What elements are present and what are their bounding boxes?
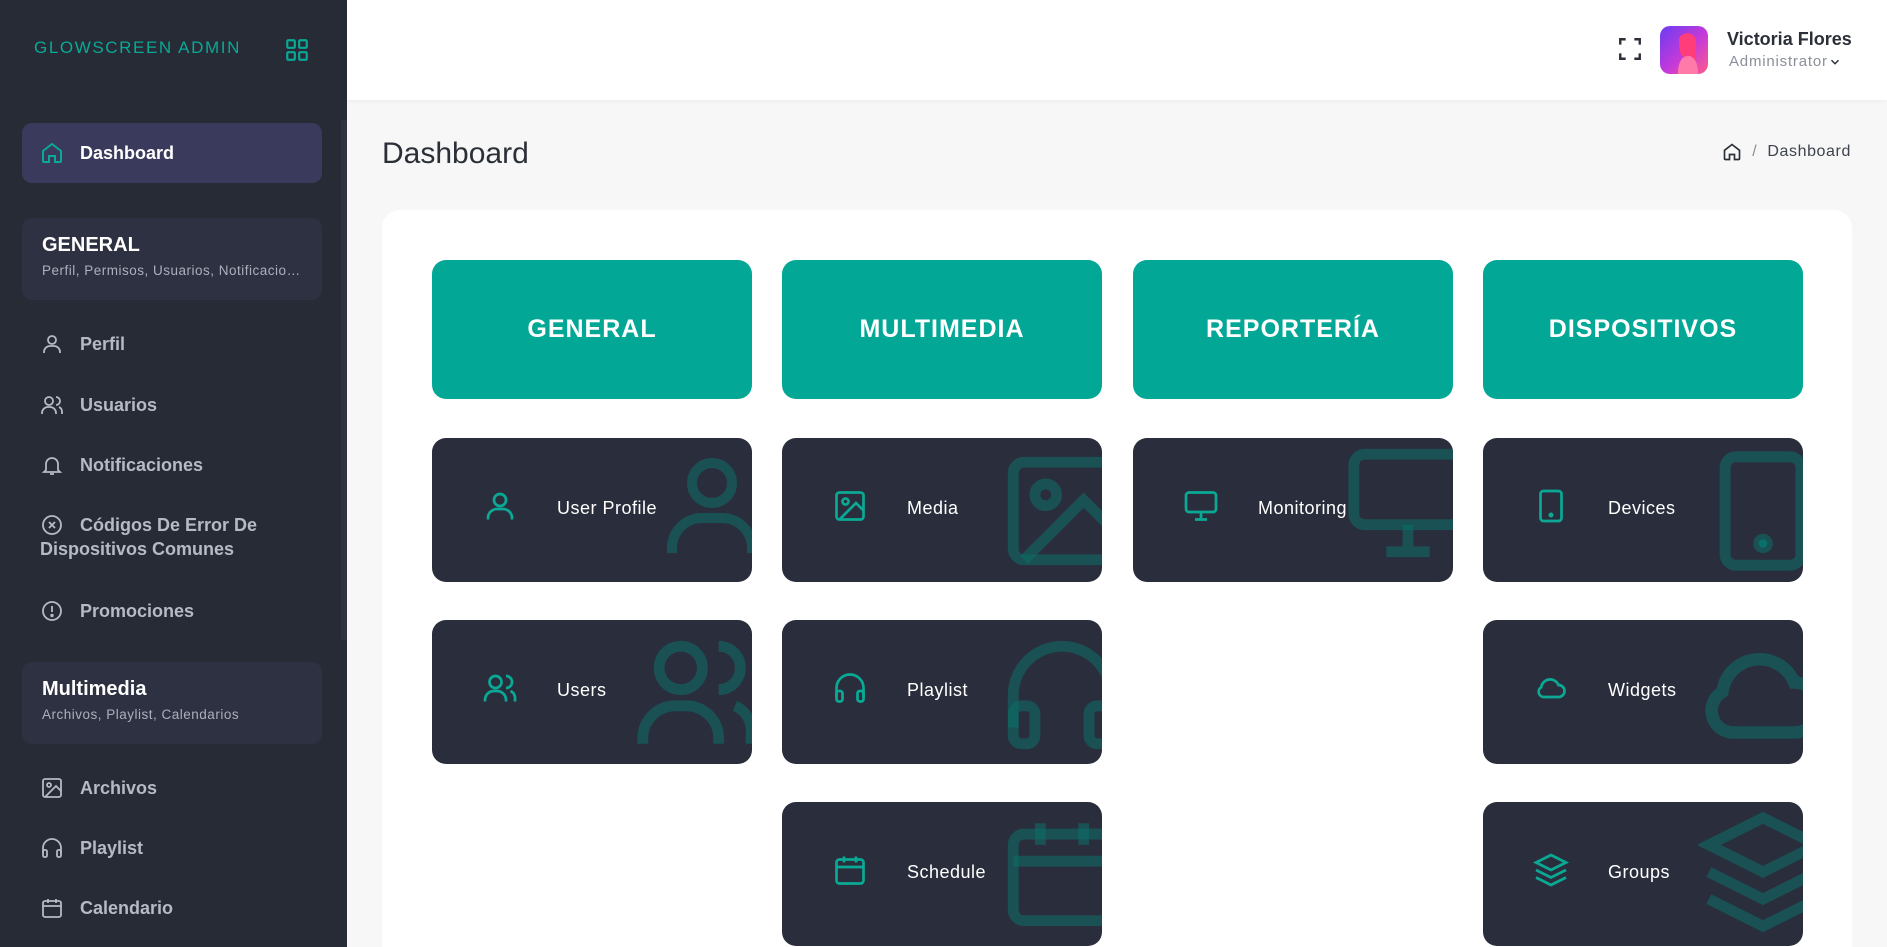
topbar [347,0,1887,100]
tile-users[interactable]: Users [432,620,752,764]
image-bg-icon [1007,456,1102,566]
sidebar-item-codigos-error[interactable]: Códigos De Error De Dispositivos Comunes [40,513,290,561]
tile-monitoring[interactable]: Monitoring [1133,438,1453,582]
layers-icon [1533,853,1569,887]
calendar-icon [42,899,62,918]
user-name: Victoria Flores [1727,29,1852,49]
sidebar: GLOWSCREEN ADMIN Dashboard GENERAL Perfi… [0,0,347,947]
image-icon [42,778,62,798]
user-bg-icon [667,458,752,553]
tablet-icon [1539,489,1563,523]
sidebar-item-label: Archivos [80,778,158,798]
tile-label: Media [907,498,959,518]
user-icon [43,335,61,353]
tile-label: Monitoring [1258,498,1348,518]
sidebar-item-calendario[interactable]: Calendario [40,896,330,920]
tile-devices[interactable]: Devices [1483,438,1803,582]
section-subtitle: Archivos, Playlist, Calendarios [42,707,240,722]
category-general-button[interactable]: GENERAL [432,260,752,399]
category-reporteria-button[interactable]: REPORTERÍA [1133,260,1453,399]
sidebar-item-playlist[interactable]: Playlist [40,836,330,860]
tile-groups[interactable]: Groups [1483,802,1803,946]
fullscreen-icon[interactable] [1617,36,1643,62]
breadcrumb-separator: / [1752,143,1758,160]
tile-playlist[interactable]: Playlist [782,620,1102,764]
user-role-label: Administrator [1729,53,1828,70]
sidebar-item-label: Notificaciones [80,455,204,475]
tile-label: Widgets [1608,680,1677,700]
sidebar-item-usuarios[interactable]: Usuarios [40,393,330,417]
sidebar-item-perfil[interactable]: Perfil [40,332,330,356]
tile-label: Groups [1608,862,1671,882]
layers-bg-icon [1698,811,1803,933]
calendar-bg-icon [1007,823,1102,927]
breadcrumb-current: Dashboard [1767,143,1851,160]
sidebar-item-promociones[interactable]: Promociones [40,599,330,623]
tile-media[interactable]: Media [782,438,1102,582]
sidebar-item-notificaciones[interactable]: Notificaciones [40,453,330,477]
section-title: GENERAL [42,234,140,256]
grid-menu-icon[interactable] [284,37,310,63]
sidebar-item-label: Usuarios [80,395,158,415]
headphones-icon [42,838,62,858]
tile-user-profile[interactable]: User Profile [432,438,752,582]
tile-label: Users [557,680,607,700]
page-title: Dashboard [382,137,529,170]
avatar[interactable] [1660,26,1708,74]
tablet-bg-icon [1719,451,1803,571]
tile-label: Devices [1608,498,1676,518]
cloud-icon [1537,678,1566,699]
tile-label: Schedule [907,862,987,882]
avatar-image [1678,33,1698,74]
user-role-dropdown[interactable]: Administrator [1729,53,1842,70]
sidebar-section-general[interactable]: GENERAL Perfil, Permisos, Usuarios, Noti… [22,218,322,300]
tile-schedule[interactable]: Schedule [782,802,1102,946]
x-circle-icon [42,515,62,535]
sidebar-item-label: Playlist [80,838,144,858]
breadcrumb: / Dashboard [1722,142,1851,162]
sidebar-item-label: Códigos De Error De Dispositivos Comunes [40,515,258,559]
brand-logo-text[interactable]: GLOWSCREEN ADMIN [34,38,241,58]
sidebar-item-label: Perfil [80,334,126,354]
sidebar-item-label: Dashboard [80,142,175,163]
alert-circle-icon [42,601,62,621]
sidebar-item-archivos[interactable]: Archivos [40,776,330,800]
headphones-icon [835,673,865,703]
sidebar-scrollbar[interactable] [341,120,347,640]
home-icon [42,142,62,163]
users-icon [483,674,517,702]
sidebar-section-multimedia[interactable]: Multimedia Archivos, Playlist, Calendari… [22,662,322,744]
cloud-bg-icon [1705,653,1803,739]
sidebar-item-label: Promociones [80,601,195,621]
image-icon [835,491,865,521]
tile-label: User Profile [557,498,658,518]
headphones-bg-icon [1007,640,1102,750]
sidebar-item-dashboard[interactable]: Dashboard [22,123,322,183]
section-title: Multimedia [42,678,147,700]
tile-widgets[interactable]: Widgets [1483,620,1803,764]
section-subtitle: Perfil, Permisos, Usuarios, Notificacion… [42,263,302,278]
monitor-icon [1184,491,1218,521]
chevron-down-icon [1830,59,1839,65]
users-icon [41,396,63,414]
calendar-icon [835,856,865,885]
category-multimedia-button[interactable]: MULTIMEDIA [782,260,1102,399]
category-dispositivos-button[interactable]: DISPOSITIVOS [1483,260,1803,399]
breadcrumb-home-icon[interactable] [1722,142,1742,162]
user-icon [486,492,514,520]
tile-label: Playlist [907,680,969,700]
users-bg-icon [637,640,752,744]
bell-icon [41,457,63,475]
sidebar-item-label: Calendario [80,898,174,918]
monitor-bg-icon [1348,448,1453,558]
